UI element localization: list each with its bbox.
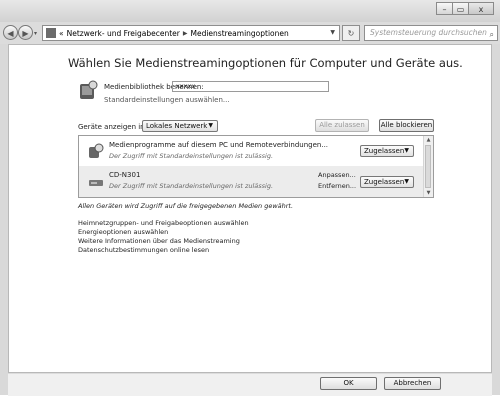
title-bar: – ▭ x [0,0,500,22]
breadcrumb-separator[interactable]: ▶ [183,30,188,37]
search-input[interactable]: Systemsteuerung durchsuchen ⌕ [364,25,498,41]
media-library-icon [80,80,98,99]
address-bar[interactable]: « Netzwerk- und Freigabecenter ▶ Mediens… [42,25,340,41]
window: – ▭ x ◀ ▶ ▾ « Netzwerk- und Freigabecent… [0,0,500,396]
chevron-down-icon: ▼ [208,122,213,129]
address-prefix: « [59,28,64,38]
device-row[interactable]: Medienprogramme auf diesem PC und Remote… [79,136,425,166]
minimize-button[interactable]: – [436,2,453,15]
chevron-down-icon: ▼ [404,178,409,185]
privacy-statement-link[interactable]: Datenschutzbestimmungen online lesen [78,246,209,254]
scroll-down-icon[interactable]: ▼ [424,189,433,197]
devices-show-label: Geräte anzeigen in: [78,123,147,131]
search-placeholder: Systemsteuerung durchsuchen [370,28,487,37]
chevron-down-icon: ▼ [404,147,409,154]
device-row[interactable]: CD-N301 Der Zugriff mit Standardeinstell… [79,166,425,197]
window-controls: – ▭ x [436,2,494,15]
search-icon[interactable]: ⌕ [490,28,494,42]
device-list-scrollbar[interactable]: ▲ ▼ [423,136,433,197]
page-title: Wählen Sie Medienstreamingoptionen für C… [68,56,463,70]
device-title: CD-N301 [109,171,141,179]
device-access-value: Zugelassen [364,147,405,155]
allow-all-button[interactable]: Alle zulassen [315,119,369,132]
network-device-icon [89,180,103,186]
streaming-info-link[interactable]: Weitere Informationen über das Medienstr… [78,237,240,245]
address-dropdown-icon[interactable]: ▼ [330,29,335,36]
customize-link[interactable]: Anpassen... [318,171,356,179]
device-access-select[interactable]: Zugelassen ▼ [360,145,414,157]
breadcrumb-netzwerk[interactable]: Netzwerk- und Freigabecenter [67,29,180,38]
maximize-button[interactable]: ▭ [452,2,469,15]
device-title: Medienprogramme auf diesem PC und Remote… [109,141,329,149]
library-name-field[interactable]: xxxxx [172,81,329,92]
close-button[interactable]: x [468,2,494,15]
homegroup-options-link[interactable]: Heimnetzgruppen- und Freigabeoptionen au… [78,219,249,227]
back-button[interactable]: ◀ [3,25,18,40]
block-all-button[interactable]: Alle blockieren [379,119,434,132]
device-access-value: Zugelassen [364,178,405,186]
power-options-link[interactable]: Energieoptionen auswählen [78,228,168,236]
device-list: Medienprogramme auf diesem PC und Remote… [78,135,434,198]
navigation-toolbar: ◀ ▶ ▾ « Netzwerk- und Freigabecenter ▶ M… [0,22,500,44]
access-note: Allen Geräten wird Zugriff auf die freig… [78,202,294,210]
network-select-value: Lokales Netzwerk [146,122,208,130]
refresh-button[interactable]: ↻ [342,25,360,41]
recent-pages-dropdown[interactable]: ▾ [34,30,37,37]
ok-button[interactable]: OK [320,377,377,390]
device-status-text: Der Zugriff mit Standardeinstellungen is… [109,152,274,160]
scroll-up-icon[interactable]: ▲ [424,136,433,144]
media-player-icon [89,143,104,158]
device-access-select[interactable]: Zugelassen ▼ [360,176,414,188]
standard-settings-link[interactable]: Standardeinstellungen auswählen... [104,96,230,104]
forward-button[interactable]: ▶ [18,25,33,40]
control-panel-icon [46,28,56,38]
remove-link[interactable]: Entfernen... [318,182,356,190]
breadcrumb-streaming[interactable]: Medienstreamingoptionen [190,29,288,38]
window-title [40,5,160,15]
network-select[interactable]: Lokales Netzwerk ▼ [142,120,218,132]
cancel-button[interactable]: Abbrechen [384,377,441,390]
scroll-thumb[interactable] [425,145,431,188]
device-status-text: Der Zugriff mit Standardeinstellungen is… [109,182,274,190]
